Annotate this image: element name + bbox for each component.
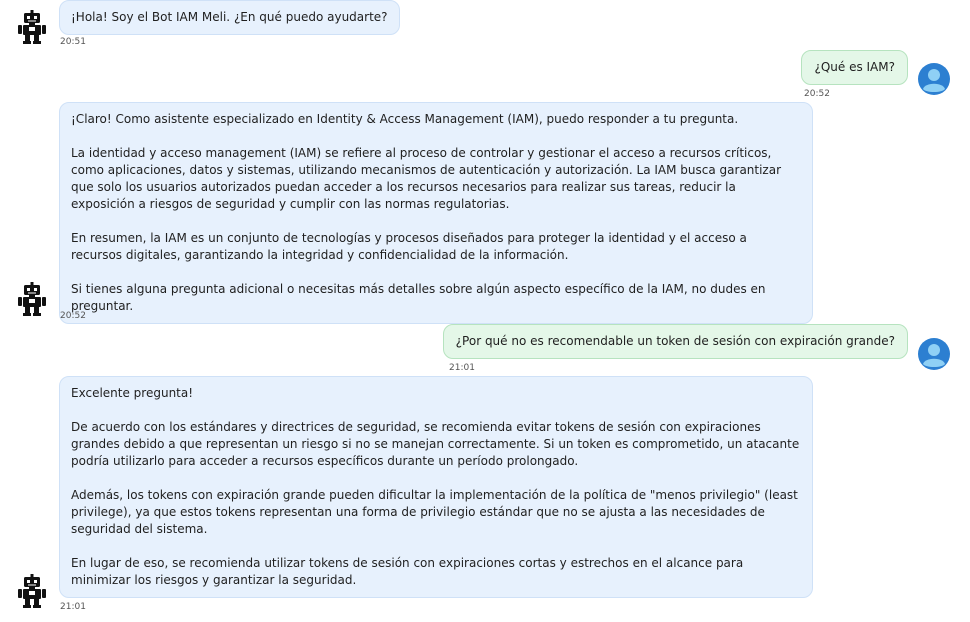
user-icon	[918, 338, 950, 370]
chat-transcript: ¡Hola! Soy el Bot IAM Meli. ¿En qué pued…	[0, 0, 970, 622]
message-timestamp: 21:01	[449, 363, 475, 373]
bot-message: ¡Claro! Como asistente especializado en …	[0, 102, 970, 324]
message-text: ¿Por qué no es recomendable un token de …	[442, 324, 908, 359]
bot-message: ¡Hola! Soy el Bot IAM Meli. ¿En qué pued…	[0, 0, 970, 50]
message-timestamp: 21:01	[60, 602, 86, 612]
robot-icon	[16, 282, 48, 316]
robot-icon	[16, 10, 48, 44]
message-timestamp: 20:52	[804, 89, 830, 99]
message-text: ¡Hola! Soy el Bot IAM Meli. ¿En qué pued…	[59, 0, 400, 35]
bot-message: Excelente pregunta! De acuerdo con los e…	[0, 376, 970, 616]
user-icon	[918, 63, 950, 95]
user-message: ¿Por qué no es recomendable un token de …	[0, 324, 970, 374]
message-text: Excelente pregunta! De acuerdo con los e…	[59, 376, 813, 598]
message-text: ¡Claro! Como asistente especializado en …	[59, 102, 813, 324]
message-timestamp: 20:52	[60, 311, 86, 321]
message-text: ¿Qué es IAM?	[801, 50, 908, 85]
message-timestamp: 20:51	[60, 37, 86, 47]
user-message: ¿Qué es IAM? 20:52	[0, 50, 970, 100]
robot-icon	[16, 574, 48, 608]
